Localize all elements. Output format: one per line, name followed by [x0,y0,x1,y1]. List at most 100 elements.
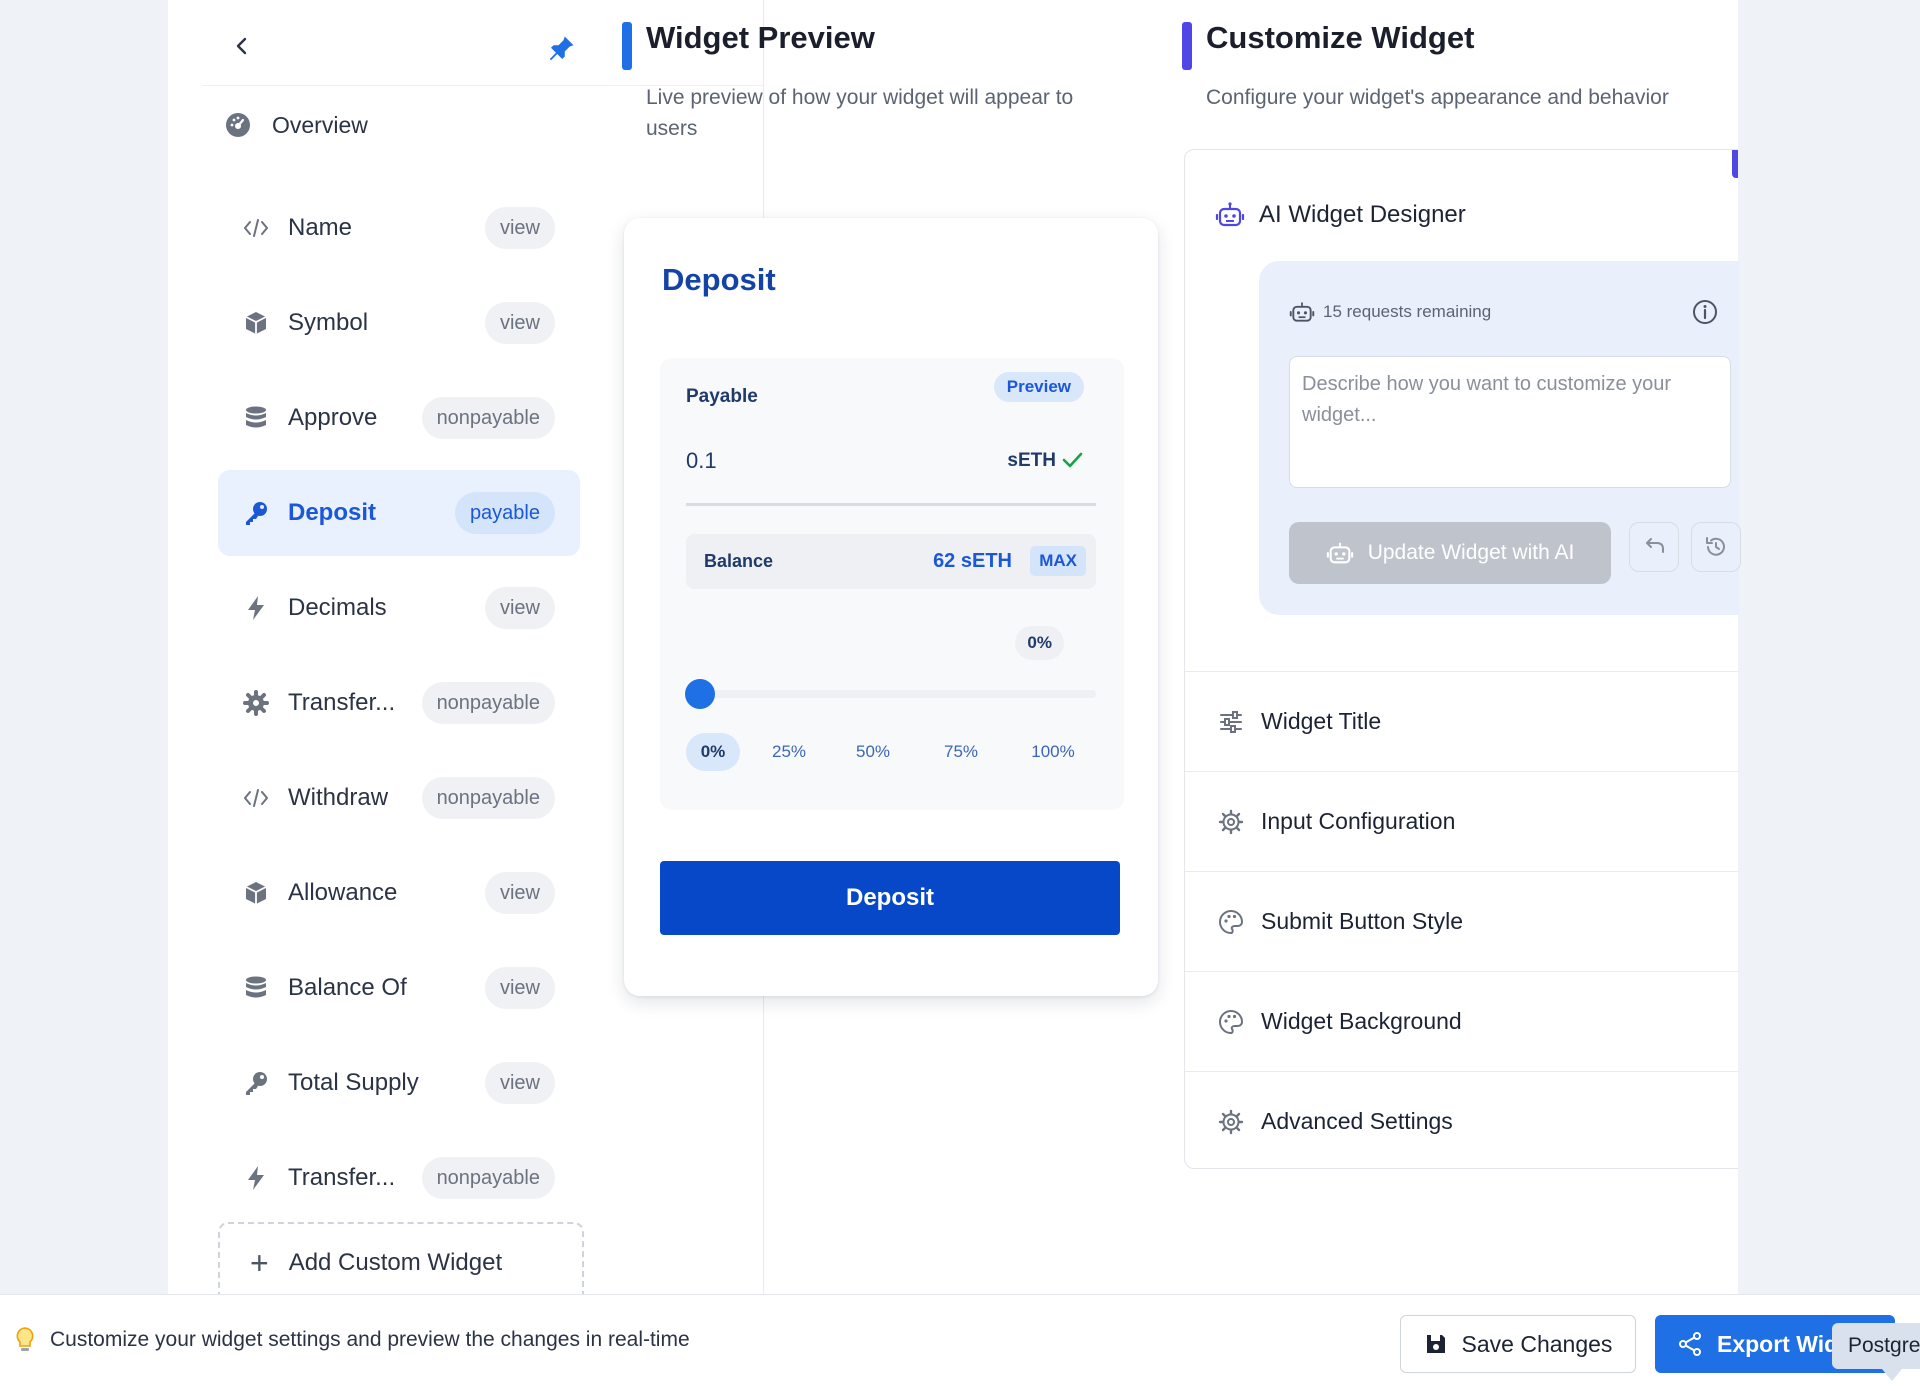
footer-tip: Customize your widget settings and previ… [12,1325,690,1355]
sidebar-item-label: Transfer... [288,689,396,716]
preset-25-percent[interactable]: 25% [756,733,822,771]
percent-slider-track[interactable] [686,690,1096,698]
preview-subtitle: Live preview of how your widget will app… [646,86,1074,140]
preset-0-percent[interactable]: 0% [686,733,740,771]
overview-label: Overview [272,111,368,138]
function-type-badge: view [484,967,555,1009]
preview-badge: Preview [993,372,1084,402]
balance-row: Balance 62 sETH MAX [686,534,1096,589]
ai-designer-box: 15 requests remaining Update Widget with… [1259,261,1741,615]
function-type-badge: view [484,302,555,344]
key-icon [242,499,270,527]
preset-50-percent[interactable]: 50% [840,733,906,771]
cube-icon [242,309,270,337]
sidebar-item-balance-of[interactable]: Balance Of view [218,945,580,1031]
panel-accent [1732,150,1738,178]
plus-icon: + [250,1244,269,1281]
tooltip-popup: Postgres [1832,1323,1920,1369]
sidebar-item-label: Symbol [288,309,369,336]
undo-button[interactable] [1629,522,1679,572]
function-type-badge: payable [454,492,555,534]
sidebar-item-deposit[interactable]: Deposit payable [218,470,580,556]
update-widget-ai-button[interactable]: Update Widget with AI [1289,522,1611,584]
section-label: Submit Button Style [1261,908,1463,934]
sliders-icon [1220,710,1242,733]
sidebar-item-approve[interactable]: Approve nonpayable [218,375,580,461]
undo-icon [1646,538,1664,553]
add-custom-widget-label: Add Custom Widget [288,1249,503,1276]
preset-75-percent[interactable]: 75% [928,733,994,771]
gear-icon [1218,809,1244,834]
section-widget-title[interactable]: Widget Title [1185,671,1739,771]
sidebar-item-decimals[interactable]: Decimals view [218,565,580,651]
sidebar-item-name[interactable]: Name view [218,185,580,271]
code-icon [242,784,270,812]
customize-header: Customize Widget Configure your widget's… [1182,0,1738,150]
function-type-badge: view [484,1062,555,1104]
section-submit-button-style[interactable]: Submit Button Style [1185,871,1739,971]
function-type-badge: view [484,207,555,249]
save-changes-label: Save Changes [1461,1330,1613,1357]
sidebar-item-allowance[interactable]: Allowance view [218,850,580,936]
requests-remaining: 15 requests remaining [1289,299,1491,325]
widget-title: Deposit [662,262,776,297]
ai-prompt-input[interactable] [1289,356,1731,488]
sidebar-item-withdraw[interactable]: Withdraw nonpayable [218,755,580,841]
gear-icon [1218,1109,1244,1134]
sidebar-item-transfer[interactable]: Transfer... nonpayable [218,1135,580,1221]
customize-subtitle: Configure your widget's appearance and b… [1206,86,1669,109]
balance-value: 62 sETH [933,550,1012,572]
requests-remaining-text: 15 requests remaining [1323,302,1492,321]
database-icon [242,974,270,1002]
history-button[interactable] [1691,522,1741,572]
palette-icon [1219,909,1244,934]
section-advanced-settings[interactable]: Advanced Settings [1185,1071,1739,1171]
dashboard-gauge-icon [226,113,250,137]
bolt-icon [242,594,270,622]
payable-input-box: Payable Preview 0.1 sETH Balance 62 sETH… [660,358,1124,810]
overview-link[interactable]: Overview [224,103,368,147]
footer-tip-text: Customize your widget settings and previ… [50,1328,690,1351]
bolt-icon [242,1164,270,1192]
max-button[interactable]: MAX [1030,546,1086,576]
footer-bar: Customize your widget settings and previ… [0,1294,1920,1391]
gear-icon [242,689,270,717]
pin-icon[interactable] [546,34,576,64]
robot-icon [1326,542,1353,564]
cube-icon [242,879,270,907]
update-widget-ai-label: Update Widget with AI [1367,541,1575,564]
customize-title: Customize Widget [1206,20,1475,55]
sidebar-item-transfer-from[interactable]: Transfer... nonpayable [218,660,580,746]
function-list: Name view Symbol view Approve nonpayable… [218,185,580,1230]
section-input-configuration[interactable]: Input Configuration [1185,771,1739,871]
deposit-submit-button[interactable]: Deposit [660,861,1120,935]
robot-icon [1215,202,1245,227]
palette-icon [1219,1009,1244,1034]
checkmark-icon [1062,452,1083,468]
percent-slider-thumb[interactable] [685,679,715,709]
token-symbol: sETH [1007,450,1056,471]
save-changes-button[interactable]: Save Changes [1400,1315,1636,1373]
ai-designer-header[interactable]: AI Widget Designer [1215,200,1466,230]
add-custom-widget-button[interactable]: + Add Custom Widget [218,1222,584,1302]
section-widget-background[interactable]: Widget Background [1185,971,1739,1071]
section-label: Widget Background [1261,1008,1462,1034]
sidebar-item-label: Allowance [288,879,398,906]
sidebar-item-total-supply[interactable]: Total Supply view [218,1040,580,1126]
floppy-disk-icon [1426,1335,1445,1353]
sidebar-item-symbol[interactable]: Symbol view [218,280,580,366]
ai-designer-title: AI Widget Designer [1259,201,1466,228]
sidebar-item-label: Decimals [288,594,387,621]
key-icon [242,1069,270,1097]
preset-100-percent[interactable]: 100% [1016,733,1090,771]
section-label: Input Configuration [1261,808,1456,834]
amount-input[interactable]: 0.1 [686,448,717,474]
widget-preview-card: Deposit Payable Preview 0.1 sETH Balance… [624,218,1158,996]
sidebar-item-label: Total Supply [288,1069,419,1096]
payable-label: Payable [686,386,758,407]
info-icon[interactable] [1691,298,1719,326]
section-label: Advanced Settings [1261,1108,1453,1134]
sidebar-item-label: Deposit [288,499,377,526]
share-icon [1679,1332,1701,1356]
chevron-left-icon[interactable] [232,36,252,56]
